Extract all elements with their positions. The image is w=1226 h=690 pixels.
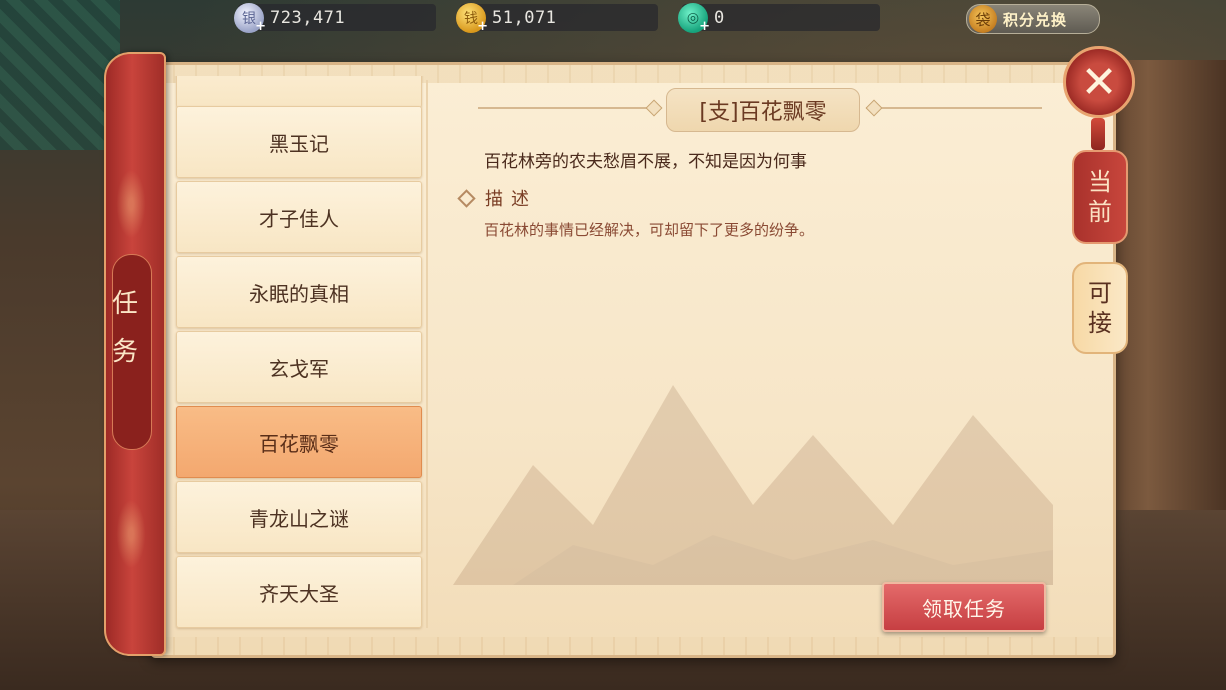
quest-summary: 百花林旁的农夫愁眉不展，不知是因为何事 <box>484 152 807 172</box>
close-icon: ✕ <box>1080 56 1118 108</box>
tree-foliage <box>0 0 120 150</box>
quest-item[interactable]: 永眠的真相 <box>176 256 422 328</box>
gold-coin-icon: 钱 + <box>456 2 488 34</box>
jade-currency[interactable]: ◎ + 0 <box>678 2 880 34</box>
quest-item[interactable]: 黑玉记 <box>176 106 422 178</box>
tab-available-label-2: 接 <box>1088 309 1112 337</box>
accept-quest-button[interactable]: 领取任务 <box>882 582 1046 632</box>
quest-item-selected[interactable]: 百花飘零 <box>176 406 422 478</box>
tasks-tab-label[interactable]: 任务 <box>108 280 142 376</box>
silver-amount: 723,471 <box>270 7 346 28</box>
quest-item[interactable]: 齐天大圣 <box>176 556 422 628</box>
diamond-bullet-icon <box>457 188 476 208</box>
quest-item-partial[interactable] <box>176 76 422 108</box>
tab-current-label-1: 当 <box>1088 168 1112 196</box>
scroll-ornament-top <box>114 164 148 244</box>
title-rule-right <box>866 107 1042 109</box>
landscape-illustration <box>453 385 1053 585</box>
description-heading-label: 描述 <box>485 189 537 210</box>
description-heading: 描述 <box>457 185 537 211</box>
points-exchange-label: 积分兑换 <box>1003 10 1068 29</box>
tab-current[interactable]: 当 前 <box>1072 150 1128 244</box>
panel-bottom-border <box>153 637 1113 655</box>
title-rule-left <box>478 107 658 109</box>
silver-coin-icon: 银 + <box>234 2 266 34</box>
tab-available[interactable]: 可 接 <box>1072 262 1128 354</box>
points-exchange-button[interactable]: 袋 积分兑换 <box>966 4 1100 34</box>
scroll-ornament-bottom <box>114 494 148 574</box>
quest-item[interactable]: 玄戈军 <box>176 331 422 403</box>
quest-list[interactable]: 黑玉记 才子佳人 永眠的真相 玄戈军 百花飘零 青龙山之谜 齐天大圣 <box>174 76 424 631</box>
tassel-knot <box>1091 118 1105 150</box>
quest-item[interactable]: 才子佳人 <box>176 181 422 253</box>
gold-currency[interactable]: 钱 + 51,071 <box>456 2 658 34</box>
list-divider <box>426 80 428 628</box>
close-button[interactable]: ✕ <box>1063 46 1135 118</box>
money-bag-icon: 袋 <box>969 5 997 33</box>
jade-icon: ◎ + <box>678 2 710 34</box>
quest-title: [支]百花飘零 <box>666 88 860 132</box>
tab-current-label-2: 前 <box>1088 198 1112 226</box>
gold-amount: 51,071 <box>492 7 557 28</box>
quest-description: 百花林的事情已经解决，可却留下了更多的纷争。 <box>484 221 815 239</box>
tab-available-label-1: 可 <box>1088 279 1112 307</box>
jade-amount: 0 <box>714 7 725 28</box>
silver-currency[interactable]: 银 + 723,471 <box>234 2 436 34</box>
quest-item[interactable]: 青龙山之谜 <box>176 481 422 553</box>
